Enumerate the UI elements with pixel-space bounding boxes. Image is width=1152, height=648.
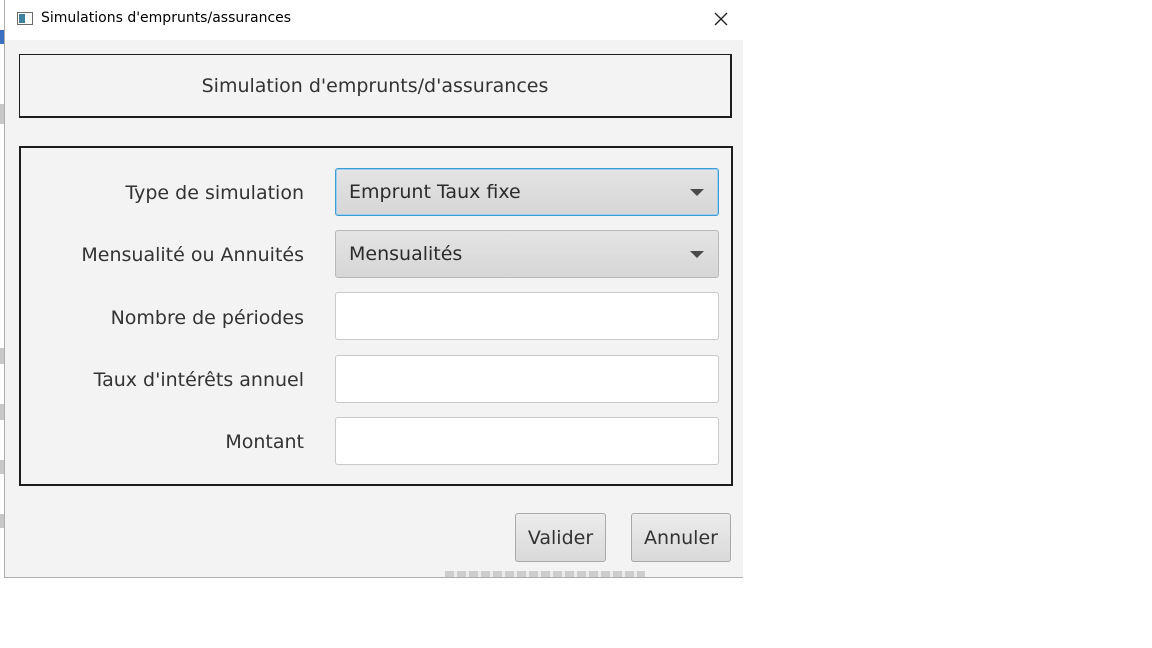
amount-field[interactable] — [335, 417, 719, 465]
page-title: Simulation d'emprunts/d'assurances — [201, 74, 549, 97]
periods-label: Nombre de périodes — [110, 307, 304, 329]
chevron-down-icon — [690, 251, 704, 258]
payment-mode-select[interactable]: Mensualités — [335, 230, 719, 278]
chevron-down-icon — [690, 189, 704, 196]
window-title: Simulations d'emprunts/assurances — [41, 10, 292, 26]
background-text-fragment — [445, 571, 645, 577]
periods-field[interactable] — [335, 292, 719, 340]
window-icon — [17, 12, 33, 25]
cancel-button[interactable]: Annuler — [631, 513, 731, 562]
close-icon — [714, 12, 728, 26]
header-panel: Simulation d'emprunts/d'assurances — [19, 54, 732, 118]
simulation-type-value: Emprunt Taux fixe — [349, 181, 521, 203]
payment-mode-value: Mensualités — [349, 243, 463, 265]
payment-mode-label: Mensualité ou Annuités — [81, 244, 304, 266]
simulation-type-label: Type de simulation — [125, 182, 304, 204]
validate-button[interactable]: Valider — [515, 513, 606, 562]
amount-label: Montant — [225, 431, 304, 453]
interest-rate-label: Taux d'intérêts annuel — [93, 369, 304, 391]
title-bar[interactable]: Simulations d'emprunts/assurances — [5, 0, 744, 40]
dialog-window: Simulations d'emprunts/assurances Simula… — [4, 0, 744, 578]
close-button[interactable] — [698, 0, 744, 40]
simulation-type-select[interactable]: Emprunt Taux fixe — [335, 168, 719, 216]
interest-rate-field[interactable] — [335, 355, 719, 403]
simulation-form: Type de simulation Emprunt Taux fixe Men… — [19, 146, 733, 486]
